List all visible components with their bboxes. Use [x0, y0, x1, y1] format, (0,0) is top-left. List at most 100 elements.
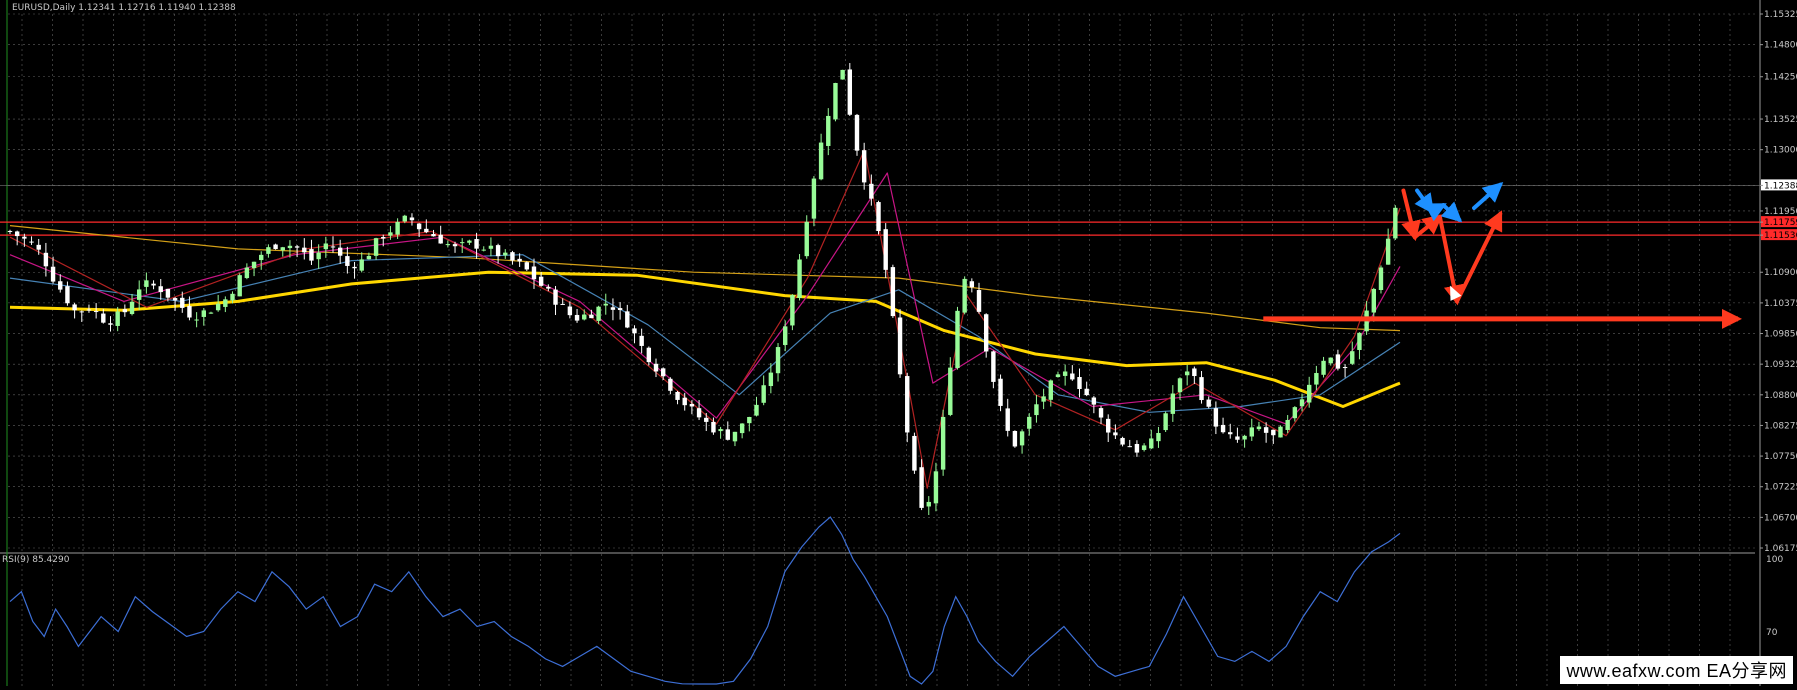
candle-bull [251, 261, 257, 269]
price-axis-label: 1.14800 [1764, 41, 1797, 51]
candle-bull [739, 423, 745, 434]
candle-bull [1156, 433, 1161, 442]
candle-bull [488, 245, 494, 249]
candle-bear [108, 323, 113, 325]
chart-svg: 1.15325 1.14800 1.14250 1.13525 1.13000 1.123… [0, 0, 1797, 686]
candle-bear [1206, 399, 1211, 407]
candle-bear [72, 304, 77, 311]
price-axis-label: 1.06175 [1764, 544, 1797, 554]
candle-bear [352, 266, 357, 269]
candle-bull [1249, 427, 1254, 437]
price-axis-label: 1.08275 [1764, 421, 1797, 431]
rsi-layer [9, 516, 1401, 685]
candle-bull [718, 429, 723, 432]
candle-bear [36, 244, 41, 250]
moving-average-line [9, 149, 1401, 489]
candle-bear [1199, 377, 1204, 401]
candle-bull [1062, 371, 1068, 376]
symbol-label: EURUSD,Daily 1.12341 1.12716 1.11940 1.1… [12, 3, 236, 13]
candle-bear [101, 313, 106, 323]
candle-bear [438, 234, 443, 244]
price-axis-label: 1.07750 [1764, 452, 1797, 462]
price-axis-label: 1.13000 [1764, 146, 1797, 156]
candle-bear [567, 306, 573, 316]
candle-bear [1263, 427, 1269, 433]
candle-bull [833, 82, 838, 120]
candle-bear [610, 307, 616, 310]
blue-arrow-down-b [1440, 201, 1463, 223]
candle-bull [316, 252, 321, 260]
candle-bear [180, 297, 185, 308]
candle-bear [65, 286, 70, 304]
candle-bear [905, 376, 910, 433]
candle-bull [1163, 413, 1168, 431]
candle-bull [1034, 404, 1039, 416]
candle-bear [1127, 446, 1132, 448]
candle-bear [890, 267, 896, 317]
candle-bull [460, 242, 465, 244]
annotation-arrows-layer [1263, 182, 1742, 329]
candle-bear [976, 290, 982, 312]
chart-root: 1.15325 1.14800 1.14250 1.13525 1.13000 1.123… [0, 0, 1797, 686]
price-axis-label: 1.15325 [1764, 10, 1797, 20]
candle-bear [172, 298, 178, 301]
candle-bear [381, 237, 386, 239]
candles-layer [7, 63, 1398, 516]
candle-bear [998, 378, 1003, 406]
candle-bear [869, 183, 874, 199]
candle-bull [1041, 396, 1046, 402]
candle-bear [847, 69, 853, 115]
candle-bear [302, 247, 307, 253]
candle-bull [732, 431, 738, 442]
candle-bear [1098, 408, 1104, 418]
price-axis-label: 1.12388 [1764, 181, 1797, 191]
candle-bull [933, 471, 939, 504]
candle-bull [1385, 238, 1391, 265]
candle-bear [122, 309, 128, 313]
candle-bull [1141, 445, 1147, 450]
candle-bull [747, 416, 752, 424]
candle-bull [754, 404, 759, 416]
candle-bull [962, 278, 967, 313]
candle-bull [366, 255, 372, 260]
candle-bull [840, 69, 845, 80]
price-axis-label: 1.09325 [1764, 360, 1797, 370]
candle-bull [388, 232, 393, 236]
candle-bear [1084, 388, 1089, 396]
candle-bear [531, 266, 537, 280]
candle-bull [230, 293, 235, 301]
candle-bull [790, 295, 795, 326]
candle-bull [266, 247, 271, 254]
candle-bear [409, 217, 415, 221]
price-axis-label: 1.08800 [1764, 391, 1797, 401]
candle-bear [187, 305, 192, 318]
price-axis-label: 1.11759 [1764, 218, 1797, 228]
candle-bear [22, 236, 27, 239]
rsi-axis-label: 70 [1766, 628, 1778, 638]
candle-bull [359, 259, 364, 271]
candle-bull [215, 303, 221, 311]
candle-bull [1019, 431, 1025, 446]
candle-bull [940, 416, 946, 470]
candle-bear [854, 114, 860, 151]
candle-bear [682, 397, 687, 406]
candle-bear [560, 303, 565, 305]
candle-bear [510, 252, 515, 261]
moving-average-line [9, 225, 1401, 332]
candle-bear [574, 314, 580, 321]
candle-bear [29, 241, 34, 243]
candle-bull [1149, 438, 1154, 449]
candle-bull [603, 303, 608, 306]
candle-bear [646, 347, 652, 363]
candle-bull [144, 280, 149, 287]
candle-bull [129, 301, 135, 315]
blue-arrow-down-a [1414, 188, 1435, 215]
price-axis-label: 1.10900 [1764, 268, 1797, 278]
candle-bear [969, 281, 975, 288]
candle-bear [495, 245, 501, 257]
candle-bear [632, 328, 637, 334]
red-arrow-up-1 [1412, 214, 1443, 240]
candle-bear [337, 247, 343, 256]
candle-bear [725, 429, 730, 440]
candle-bull [1393, 207, 1398, 239]
